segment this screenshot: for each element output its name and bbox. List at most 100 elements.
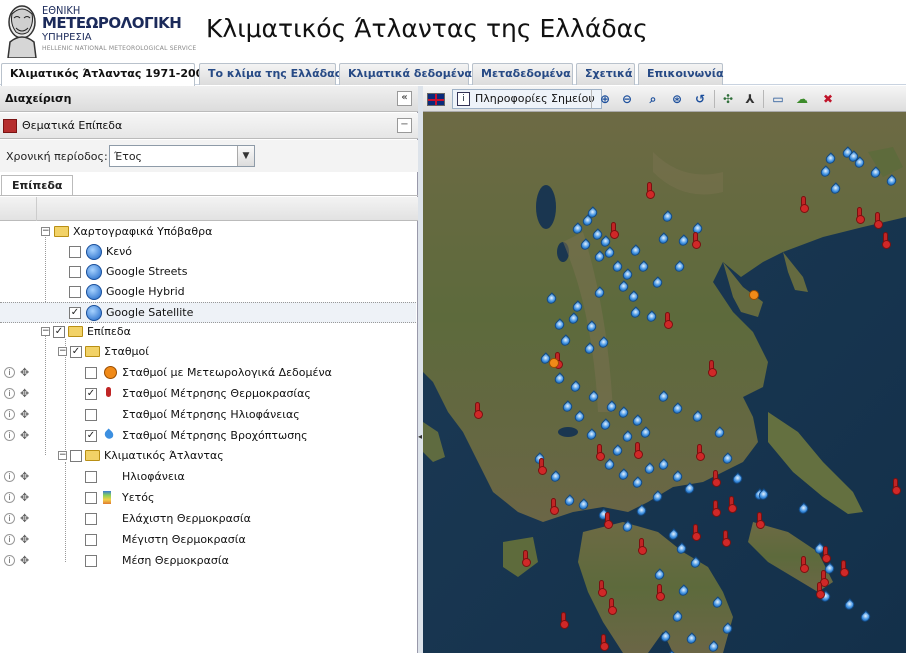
rain-station-marker[interactable] xyxy=(628,306,643,320)
temperature-station-marker[interactable] xyxy=(840,560,849,577)
rain-station-marker[interactable] xyxy=(796,502,811,516)
rain-station-marker[interactable] xyxy=(568,380,583,394)
rain-station-marker[interactable] xyxy=(572,410,587,424)
zoom-out-icon[interactable]: ⊖ xyxy=(618,90,636,108)
rain-station-marker[interactable] xyxy=(884,174,899,188)
tab-climate-atlas[interactable]: Κλιματικός Άτλαντας 1971-2000 xyxy=(1,63,211,86)
temperature-station-marker[interactable] xyxy=(560,612,569,629)
temperature-station-marker[interactable] xyxy=(712,500,721,517)
rain-station-marker[interactable] xyxy=(552,372,567,386)
temperature-station-marker[interactable] xyxy=(874,212,883,229)
temperature-station-marker[interactable] xyxy=(692,524,701,541)
rain-station-marker[interactable] xyxy=(650,490,665,504)
rain-station-marker[interactable] xyxy=(560,400,575,414)
move-icon[interactable]: ✥ xyxy=(20,366,29,379)
temp-stations-checkbox[interactable]: ✓ xyxy=(85,388,97,400)
clear-icon[interactable]: ✖ xyxy=(819,90,837,108)
collapse-basemaps-button[interactable]: − xyxy=(41,227,50,236)
rain-station-marker[interactable] xyxy=(690,410,705,424)
rain-station-marker[interactable] xyxy=(823,152,838,166)
rain-station-marker[interactable] xyxy=(634,504,649,518)
rain-station-marker[interactable] xyxy=(586,390,601,404)
rain-station-marker[interactable] xyxy=(720,622,735,636)
rain-station-marker[interactable] xyxy=(652,568,667,582)
rain-station-marker[interactable] xyxy=(630,476,645,490)
collapse-panel-button[interactable]: « xyxy=(397,91,412,106)
mean-temp-checkbox[interactable] xyxy=(85,555,97,567)
move-icon[interactable]: ✥ xyxy=(20,512,29,525)
rain-station-marker[interactable] xyxy=(544,292,559,306)
temperature-station-marker[interactable] xyxy=(538,458,547,475)
basemap-satellite-checkbox[interactable]: ✓ xyxy=(69,307,81,319)
rain-station-marker[interactable] xyxy=(644,310,659,324)
map-view[interactable]: i Πληροφορίες Σημείου ⊕ ⊖ ⌕ ⊛ ↺ ✣ ⅄ ▭ ☁ … xyxy=(423,86,906,653)
rain-station-marker[interactable] xyxy=(670,402,685,416)
rain-station-marker[interactable] xyxy=(858,610,873,624)
move-icon[interactable]: ✥ xyxy=(20,408,29,421)
max-temp-checkbox[interactable] xyxy=(85,534,97,546)
rain-station-marker[interactable] xyxy=(578,238,593,252)
rain-station-marker[interactable] xyxy=(582,342,597,356)
rain-station-marker[interactable] xyxy=(630,414,645,428)
basemap-streets-checkbox[interactable] xyxy=(69,266,81,278)
rain-station-marker[interactable] xyxy=(818,165,833,179)
temperature-station-marker[interactable] xyxy=(598,580,607,597)
temperature-station-marker[interactable] xyxy=(638,538,647,555)
rain-station-marker[interactable] xyxy=(576,498,591,512)
temperature-station-marker[interactable] xyxy=(712,470,721,487)
period-select[interactable]: Έτος ▼ xyxy=(109,145,255,167)
rain-station-marker[interactable] xyxy=(592,286,607,300)
temperature-station-marker[interactable] xyxy=(522,550,531,567)
temperature-station-marker[interactable] xyxy=(856,207,865,224)
rain-station-marker[interactable] xyxy=(674,542,689,556)
meteo-station-marker[interactable] xyxy=(549,358,559,368)
zoom-extent-icon[interactable]: ⊛ xyxy=(668,90,686,108)
temperature-station-marker[interactable] xyxy=(692,232,701,249)
zoom-previous-icon[interactable]: ↺ xyxy=(691,90,709,108)
move-icon[interactable]: ✥ xyxy=(20,491,29,504)
collapse-atlas-button[interactable]: − xyxy=(58,451,67,460)
rain-station-marker[interactable] xyxy=(598,418,613,432)
rain-station-marker[interactable] xyxy=(676,584,691,598)
rain-station-marker[interactable] xyxy=(620,430,635,444)
temperature-station-marker[interactable] xyxy=(822,546,831,563)
info-icon[interactable]: i xyxy=(4,513,15,524)
rain-station-marker[interactable] xyxy=(584,320,599,334)
rain-station-marker[interactable] xyxy=(868,166,883,180)
move-icon[interactable]: ✥ xyxy=(20,554,29,567)
tab-layers[interactable]: Επίπεδα xyxy=(1,175,74,196)
rain-station-marker[interactable] xyxy=(636,260,651,274)
info-icon[interactable]: i xyxy=(4,555,15,566)
rain-station-marker[interactable] xyxy=(610,260,625,274)
zoom-box-icon[interactable]: ⌕ xyxy=(644,90,662,108)
temperature-station-marker[interactable] xyxy=(610,222,619,239)
temperature-station-marker[interactable] xyxy=(656,584,665,601)
tab-contact[interactable]: Επικοινωνία xyxy=(638,63,724,85)
info-icon[interactable]: i xyxy=(4,534,15,545)
measure-icon[interactable]: ⅄ xyxy=(741,90,759,108)
rain-station-marker[interactable] xyxy=(570,222,585,236)
rain-station-marker[interactable] xyxy=(720,452,735,466)
rain-station-marker[interactable] xyxy=(628,244,643,258)
tab-greek-climate[interactable]: Το κλίμα της Ελλάδας xyxy=(199,63,341,85)
sunshine-stations-checkbox[interactable] xyxy=(85,409,97,421)
basemap-hybrid-checkbox[interactable] xyxy=(69,286,81,298)
rain-station-marker[interactable] xyxy=(626,290,641,304)
rain-station-marker[interactable] xyxy=(616,406,631,420)
rain-station-marker[interactable] xyxy=(656,458,671,472)
tab-climate-data[interactable]: Κλιματικά δεδομένα xyxy=(339,63,472,85)
temperature-station-marker[interactable] xyxy=(816,582,825,599)
stations-checkbox[interactable]: ✓ xyxy=(70,346,82,358)
move-icon[interactable]: ✥ xyxy=(20,470,29,483)
rain-station-marker[interactable] xyxy=(656,232,671,246)
rain-station-marker[interactable] xyxy=(842,598,857,612)
tab-about[interactable]: Σχετικά xyxy=(576,63,635,85)
rain-station-marker[interactable] xyxy=(566,312,581,326)
tab-metadata[interactable]: Μεταδεδομένα xyxy=(472,63,573,85)
rain-station-marker[interactable] xyxy=(638,426,653,440)
basemap-blank-checkbox[interactable] xyxy=(69,246,81,258)
area-icon[interactable]: ▭ xyxy=(769,90,787,108)
rain-station-marker[interactable] xyxy=(712,426,727,440)
move-icon[interactable]: ✥ xyxy=(20,429,29,442)
hnms-logo[interactable]: ΕΘΝΙΚΗ ΜΕΤΕΩΡΟΛΟΓΙΚΗ ΥΠΗΡΕΣΙΑ HELLENIC N… xyxy=(4,2,196,58)
